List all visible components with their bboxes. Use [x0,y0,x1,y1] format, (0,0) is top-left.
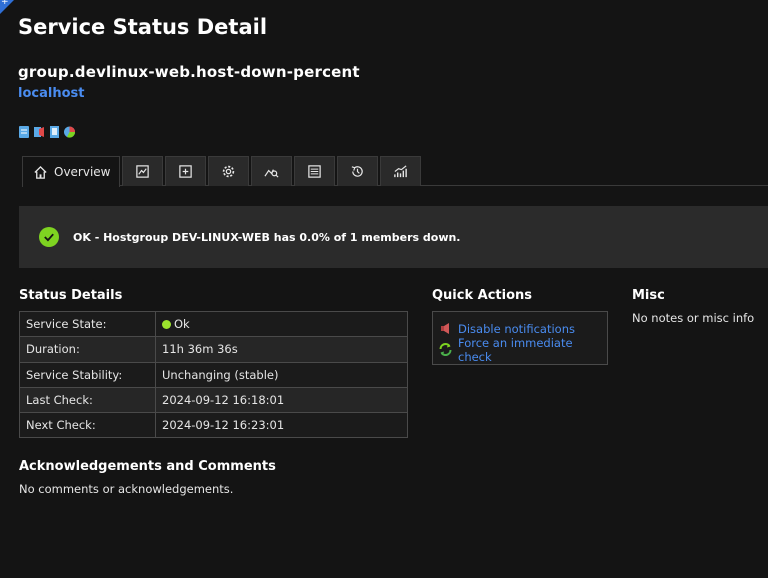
tab-add[interactable] [165,156,206,186]
document-icon[interactable] [48,124,61,138]
home-icon [34,165,47,179]
plus-icon: + [1,0,9,7]
status-banner-text: OK - Hostgroup DEV-LINUX-WEB has 0.0% of… [73,230,461,244]
tab-bar: Overview [22,156,768,187]
row-label: Last Check: [19,386,156,414]
tab-history[interactable] [337,156,378,186]
acknowledgements-text: No comments or acknowledgements. [19,482,234,496]
force-check-item: Force an immediate check [438,336,602,364]
row-value: Ok [174,317,190,332]
tab-graph[interactable] [122,156,163,186]
status-details-title: Status Details [19,288,123,303]
row-label: Duration: [19,336,156,363]
tab-overview[interactable]: Overview [22,156,120,187]
table-row: Duration: 11h 36m 36s [19,336,408,363]
status-banner: OK - Hostgroup DEV-LINUX-WEB has 0.0% of… [19,206,768,268]
status-details-table: Service State: Ok Duration: 11h 36m 36s … [19,310,408,439]
force-check-link[interactable]: Force an immediate check [458,336,602,364]
corner-badge[interactable]: + [0,0,14,14]
row-label: Next Check: [19,412,156,439]
row-value: Unchanging (stable) [155,361,408,388]
refresh-icon [438,342,453,357]
notifications-icon[interactable] [33,124,46,138]
table-row: Last Check: 2024-09-12 16:18:01 [19,386,408,414]
status-dot-icon [162,320,171,330]
table-row: Service State: Ok [19,310,408,338]
chart-icon [136,165,149,178]
history-icon [351,166,363,177]
trend-icon [394,165,407,178]
chart-icon[interactable] [63,124,76,138]
tab-overview-label: Overview [54,165,111,179]
page-title: Service Status Detail [18,15,268,39]
row-label: Service Stability: [19,361,156,388]
row-value: 2024-09-12 16:18:01 [155,386,408,414]
tab-trends[interactable] [380,156,421,186]
table-row: Service Stability: Unchanging (stable) [19,361,408,388]
row-label: Service State: [19,310,156,338]
quick-actions-box: Disable notifications Force an immediate… [432,311,608,365]
service-name: group.devlinux-web.host-down-percent [18,63,360,81]
ok-check-icon [39,227,59,247]
acknowledgements-title: Acknowledgements and Comments [19,459,276,474]
tab-list[interactable] [294,156,335,186]
misc-text: No notes or misc info [632,311,755,325]
list-icon [308,165,321,178]
row-value: 11h 36m 36s [155,336,408,363]
megaphone-icon [438,321,453,336]
table-row: Next Check: 2024-09-12 16:23:01 [19,412,408,439]
row-value: 2024-09-12 16:23:01 [155,412,408,439]
misc-title: Misc [632,288,665,303]
disable-notifications-link[interactable]: Disable notifications [458,322,575,336]
plus-box-icon [179,165,192,178]
service-state-value: Ok [155,310,408,338]
notes-icon[interactable] [18,124,31,138]
quick-actions-title: Quick Actions [432,288,533,303]
gear-icon [222,165,235,178]
tab-graph-explorer[interactable] [251,156,292,186]
host-link[interactable]: localhost [18,86,84,101]
status-icons [18,124,76,138]
graph-search-icon [264,169,279,178]
tab-settings[interactable] [208,156,249,186]
